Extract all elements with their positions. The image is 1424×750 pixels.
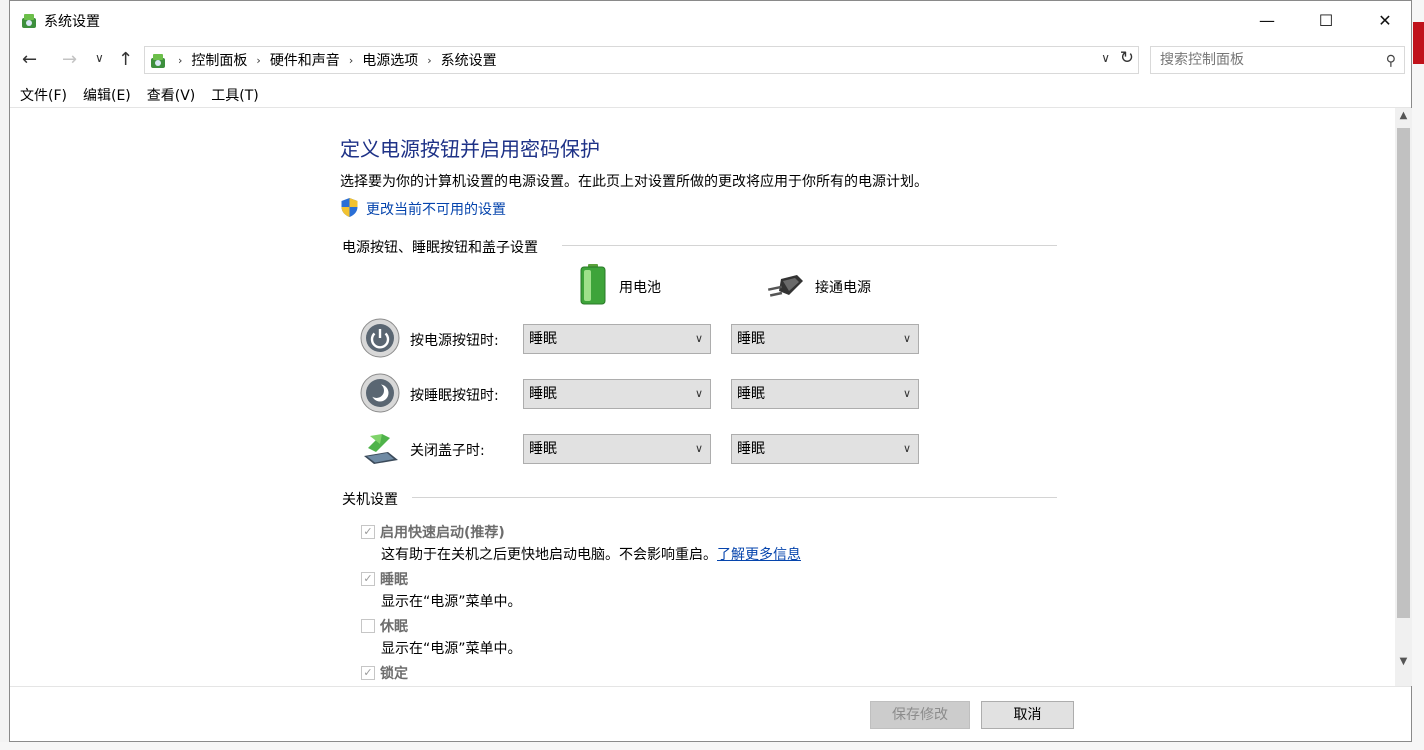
sleep-checkbox[interactable]: ✓ — [361, 572, 375, 586]
fast-startup-label: 启用快速启动(推荐) — [380, 525, 505, 541]
navigation-row: ← → ∨ ↑ › 控制面板 › 硬件和声音 › 电源选项 › 系统设置 ∨ ↻… — [10, 41, 1411, 79]
breadcrumb-separator[interactable]: › — [427, 54, 431, 67]
footer-divider — [10, 686, 1411, 687]
background-right-strip — [1412, 0, 1424, 750]
hibernate-checkbox[interactable] — [361, 619, 375, 633]
select-value: 睡眠 — [529, 441, 557, 457]
lock-checkbox[interactable]: ✓ — [361, 666, 375, 680]
change-unavailable-settings-link[interactable]: 更改当前不可用的设置 — [366, 199, 506, 219]
power-button-icon — [360, 318, 400, 358]
control-panel-window: 系统设置 — ☐ ✕ ← → ∨ ↑ › 控制面板 › 硬件和声音 › 电源选项… — [9, 0, 1412, 742]
search-placeholder: 搜索控制面板 — [1160, 52, 1244, 68]
sleep-button-battery-select[interactable]: 睡眠 ∨ — [523, 379, 711, 409]
sleep-button-label: 按睡眠按钮时: — [410, 388, 499, 404]
select-value: 睡眠 — [737, 441, 765, 457]
search-icon[interactable]: ⚲ — [1386, 48, 1396, 74]
back-arrow-icon[interactable]: ← — [22, 49, 37, 70]
hibernate-description: 显示在“电源”菜单中。 — [381, 641, 522, 657]
up-arrow-icon[interactable]: ↑ — [118, 49, 133, 70]
page-description: 选择要为你的计算机设置的电源设置。在此页上对设置所做的更改将应用于你所有的电源计… — [340, 174, 928, 190]
menu-tools[interactable]: 工具(T) — [211, 85, 258, 107]
cancel-button[interactable]: 取消 — [981, 701, 1074, 729]
battery-column-label: 用电池 — [619, 280, 661, 296]
chevron-down-icon: ∨ — [902, 332, 911, 345]
select-value: 睡眠 — [529, 331, 557, 347]
power-plug-icon — [767, 275, 803, 297]
fast-startup-description: 这有助于在关机之后更快地启动电脑。不会影响重启。了解更多信息 — [381, 544, 801, 564]
sleep-button-icon — [360, 373, 400, 413]
title-bar[interactable]: 系统设置 — ☐ ✕ — [10, 1, 1411, 39]
chevron-down-icon: ∨ — [902, 387, 911, 400]
breadcrumb-separator[interactable]: › — [349, 54, 353, 67]
minimize-button[interactable]: — — [1238, 1, 1296, 39]
lock-label: 锁定 — [380, 666, 408, 682]
search-input[interactable]: 搜索控制面板 ⚲ — [1150, 46, 1405, 74]
window-title: 系统设置 — [44, 14, 100, 30]
recent-locations-chevron-icon[interactable]: ∨ — [95, 51, 104, 65]
power-button-label: 按电源按钮时: — [410, 333, 499, 349]
uac-shield-icon — [341, 198, 358, 217]
chevron-down-icon: ∨ — [902, 442, 911, 455]
breadcrumb-separator: › — [178, 53, 183, 67]
address-dropdown-icon[interactable]: ∨ — [1101, 51, 1110, 65]
close-button[interactable]: ✕ — [1356, 1, 1414, 39]
power-section-divider — [562, 245, 1057, 246]
battery-icon — [580, 264, 606, 305]
page-title: 定义电源按钮并启用密码保护 — [340, 137, 600, 161]
chevron-down-icon: ∨ — [694, 387, 703, 400]
background-bottom-strip — [0, 742, 1424, 750]
laptop-lid-icon — [364, 434, 398, 464]
hibernate-label: 休眠 — [380, 619, 408, 635]
breadcrumb-control-panel[interactable]: 控制面板 — [191, 50, 247, 70]
breadcrumb-power-options[interactable]: 电源选项 — [362, 50, 418, 70]
sleep-description: 显示在“电源”菜单中。 — [381, 594, 522, 610]
vertical-scrollbar[interactable]: ▲ ▼ — [1395, 108, 1412, 686]
menu-view[interactable]: 查看(V) — [147, 85, 196, 107]
sleep-button-plugged-select[interactable]: 睡眠 ∨ — [731, 379, 919, 409]
maximize-button[interactable]: ☐ — [1297, 1, 1355, 39]
breadcrumb-separator[interactable]: › — [256, 54, 260, 67]
breadcrumb-system-settings[interactable]: 系统设置 — [441, 50, 497, 70]
scrollbar-thumb[interactable] — [1397, 128, 1410, 618]
breadcrumb-hardware-sound[interactable]: 硬件和声音 — [270, 50, 340, 70]
background-red-block — [1413, 22, 1424, 64]
menu-bar: 文件(F) 编辑(E) 查看(V) 工具(T) — [10, 85, 265, 107]
select-value: 睡眠 — [737, 386, 765, 402]
save-changes-button[interactable]: 保存修改 — [870, 701, 970, 729]
power-button-plugged-select[interactable]: 睡眠 ∨ — [731, 324, 919, 354]
chevron-down-icon: ∨ — [694, 442, 703, 455]
lid-close-battery-select[interactable]: 睡眠 ∨ — [523, 434, 711, 464]
scroll-down-arrow-icon[interactable]: ▼ — [1395, 656, 1412, 667]
select-value: 睡眠 — [737, 331, 765, 347]
menu-file[interactable]: 文件(F) — [20, 85, 67, 107]
scroll-up-arrow-icon[interactable]: ▲ — [1395, 110, 1412, 121]
control-panel-app-icon — [22, 14, 36, 28]
sleep-label: 睡眠 — [380, 572, 408, 588]
learn-more-link[interactable]: 了解更多信息 — [717, 547, 801, 563]
power-button-battery-select[interactable]: 睡眠 ∨ — [523, 324, 711, 354]
shutdown-section-divider — [412, 497, 1057, 498]
content-pane: 定义电源按钮并启用密码保护 选择要为你的计算机设置的电源设置。在此页上对设置所做… — [10, 108, 1395, 686]
control-panel-location-icon — [151, 54, 165, 68]
shutdown-section-heading: 关机设置 — [342, 492, 398, 508]
chevron-down-icon: ∨ — [694, 332, 703, 345]
forward-arrow-icon[interactable]: → — [62, 49, 77, 70]
plugged-in-column-label: 接通电源 — [815, 280, 871, 296]
fast-startup-desc-text: 这有助于在关机之后更快地启动电脑。不会影响重启。 — [381, 547, 717, 563]
select-value: 睡眠 — [529, 386, 557, 402]
menu-edit[interactable]: 编辑(E) — [83, 85, 131, 107]
refresh-icon[interactable]: ↻ — [1120, 48, 1134, 68]
address-bar[interactable]: › 控制面板 › 硬件和声音 › 电源选项 › 系统设置 ∨ ↻ — [144, 46, 1139, 74]
lid-close-label: 关闭盖子时: — [410, 443, 485, 459]
power-section-heading: 电源按钮、睡眠按钮和盖子设置 — [342, 240, 538, 256]
fast-startup-checkbox[interactable]: ✓ — [361, 525, 375, 539]
lid-close-plugged-select[interactable]: 睡眠 ∨ — [731, 434, 919, 464]
